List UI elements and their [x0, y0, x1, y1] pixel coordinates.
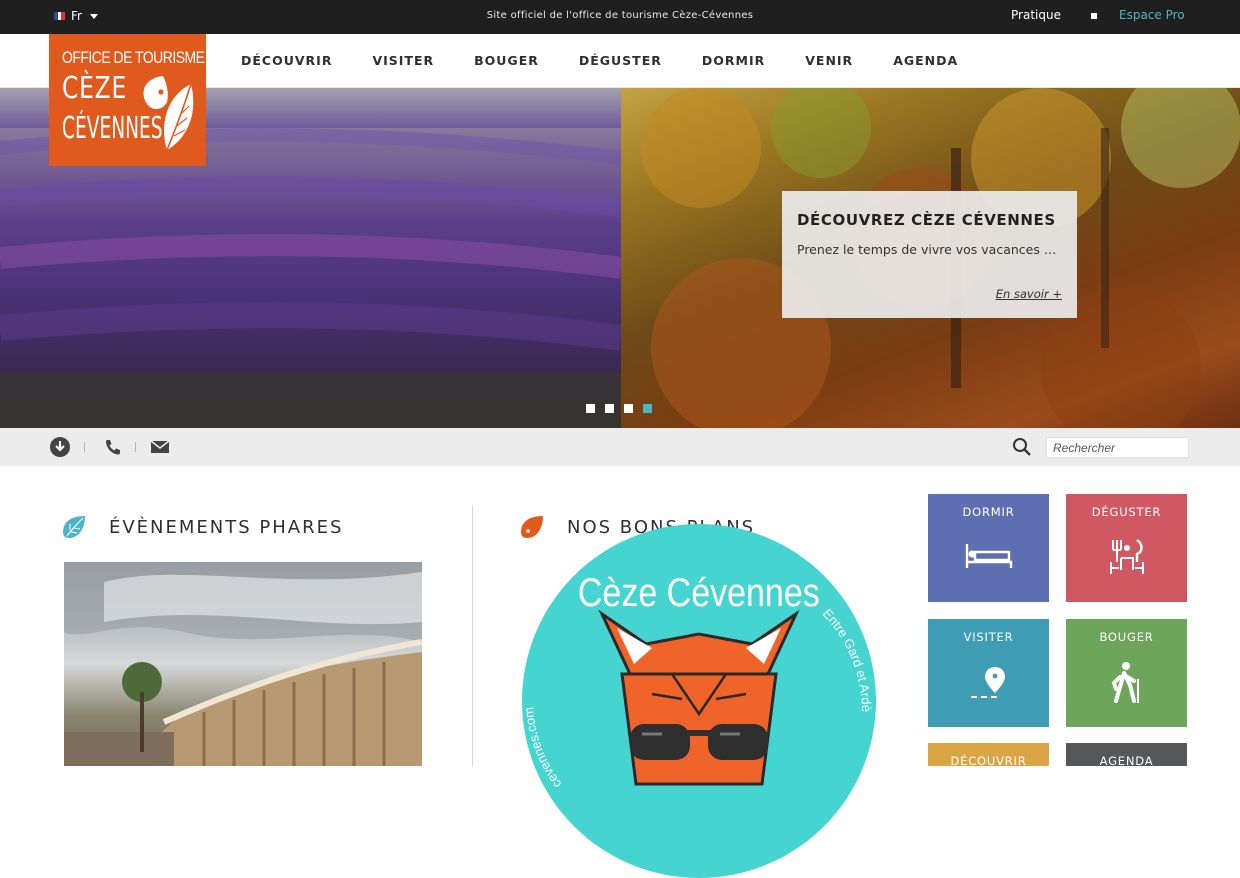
- tile-label: BOUGER: [1099, 630, 1154, 644]
- nav-item-venir[interactable]: VENIR: [785, 53, 873, 68]
- bons-plans-badge[interactable]: Cèze Cévennes cevennes.com Entre Gard et…: [522, 524, 876, 878]
- separator: [135, 442, 136, 452]
- events-section-header: ÉVÈNEMENTS PHARES: [61, 514, 343, 540]
- hero-caption-box: DÉCOUVREZ CÈZE CÉVENNES Prenez le temps …: [782, 191, 1077, 318]
- slider-dot-3[interactable]: [624, 404, 633, 413]
- tile-visiter[interactable]: VISITER: [928, 619, 1049, 727]
- logo-line-2: Cèze: [62, 71, 128, 106]
- tile-bouger[interactable]: BOUGER: [1066, 619, 1187, 727]
- separator-square-icon: [1091, 13, 1097, 19]
- nav-item-decouvrir[interactable]: DÉCOUVRIR: [221, 53, 352, 68]
- search-input[interactable]: [1046, 437, 1189, 458]
- bed-icon: [965, 544, 1012, 568]
- tile-label: VISITER: [963, 630, 1014, 644]
- search-icon[interactable]: [1012, 437, 1032, 457]
- leaf-icon: [521, 516, 543, 538]
- phone-icon[interactable]: [103, 437, 123, 457]
- hero-learn-more-link[interactable]: En savoir +: [996, 287, 1062, 301]
- badge-url-text: cevennes.com: [522, 706, 564, 791]
- nav-item-dormir[interactable]: DORMIR: [682, 53, 785, 68]
- nav-item-deguster[interactable]: DÉGUSTER: [559, 53, 682, 68]
- map-pin-icon: [970, 667, 1005, 698]
- top-bar: Fr Site officiel de l'office de tourisme…: [0, 0, 1240, 34]
- events-title: ÉVÈNEMENTS PHARES: [109, 516, 344, 538]
- slider-dot-2[interactable]: [605, 404, 614, 413]
- site-logo[interactable]: Office de tourisme Cèze Cévennes: [49, 34, 206, 166]
- nav-item-visiter[interactable]: VISITER: [352, 53, 454, 68]
- mail-icon[interactable]: [150, 437, 170, 457]
- badge-title: Cèze Cévennes: [578, 569, 820, 614]
- logo-line-1: Office de tourisme: [62, 48, 205, 67]
- tile-label: DORMIR: [962, 505, 1015, 519]
- tile-deguster[interactable]: DÉGUSTER: [1066, 494, 1187, 602]
- slider-dot-4[interactable]: [643, 404, 652, 413]
- leaf-icon: [63, 516, 85, 538]
- leaf-logo-icon: [143, 76, 194, 151]
- badge-tagline: Entre Gard et Ardè: [820, 606, 874, 712]
- pratique-link[interactable]: Pratique: [1011, 8, 1061, 22]
- dining-icon: [1109, 539, 1144, 574]
- event-featured-image[interactable]: [64, 562, 422, 766]
- section-divider: [472, 506, 473, 766]
- separator: [84, 442, 85, 452]
- nav-item-bouger[interactable]: BOUGER: [454, 53, 559, 68]
- tile-label: DÉGUSTER: [1091, 505, 1162, 519]
- hero-title: DÉCOUVREZ CÈZE CÉVENNES: [797, 211, 1056, 229]
- fox-mascot-icon: [598, 609, 800, 786]
- tile-agenda[interactable]: AGENDA: [1066, 743, 1187, 768]
- slider-dot-1[interactable]: [586, 404, 595, 413]
- nav-item-agenda[interactable]: AGENDA: [873, 53, 978, 68]
- download-icon[interactable]: [50, 437, 70, 457]
- tile-decouvrir[interactable]: DÉCOUVRIR: [928, 743, 1049, 768]
- espace-pro-link[interactable]: Espace Pro: [1119, 8, 1185, 22]
- hero-text: Prenez le temps de vivre vos vacances …: [797, 242, 1057, 257]
- hiker-icon: [1111, 662, 1139, 703]
- tile-dormir[interactable]: DORMIR: [928, 494, 1049, 602]
